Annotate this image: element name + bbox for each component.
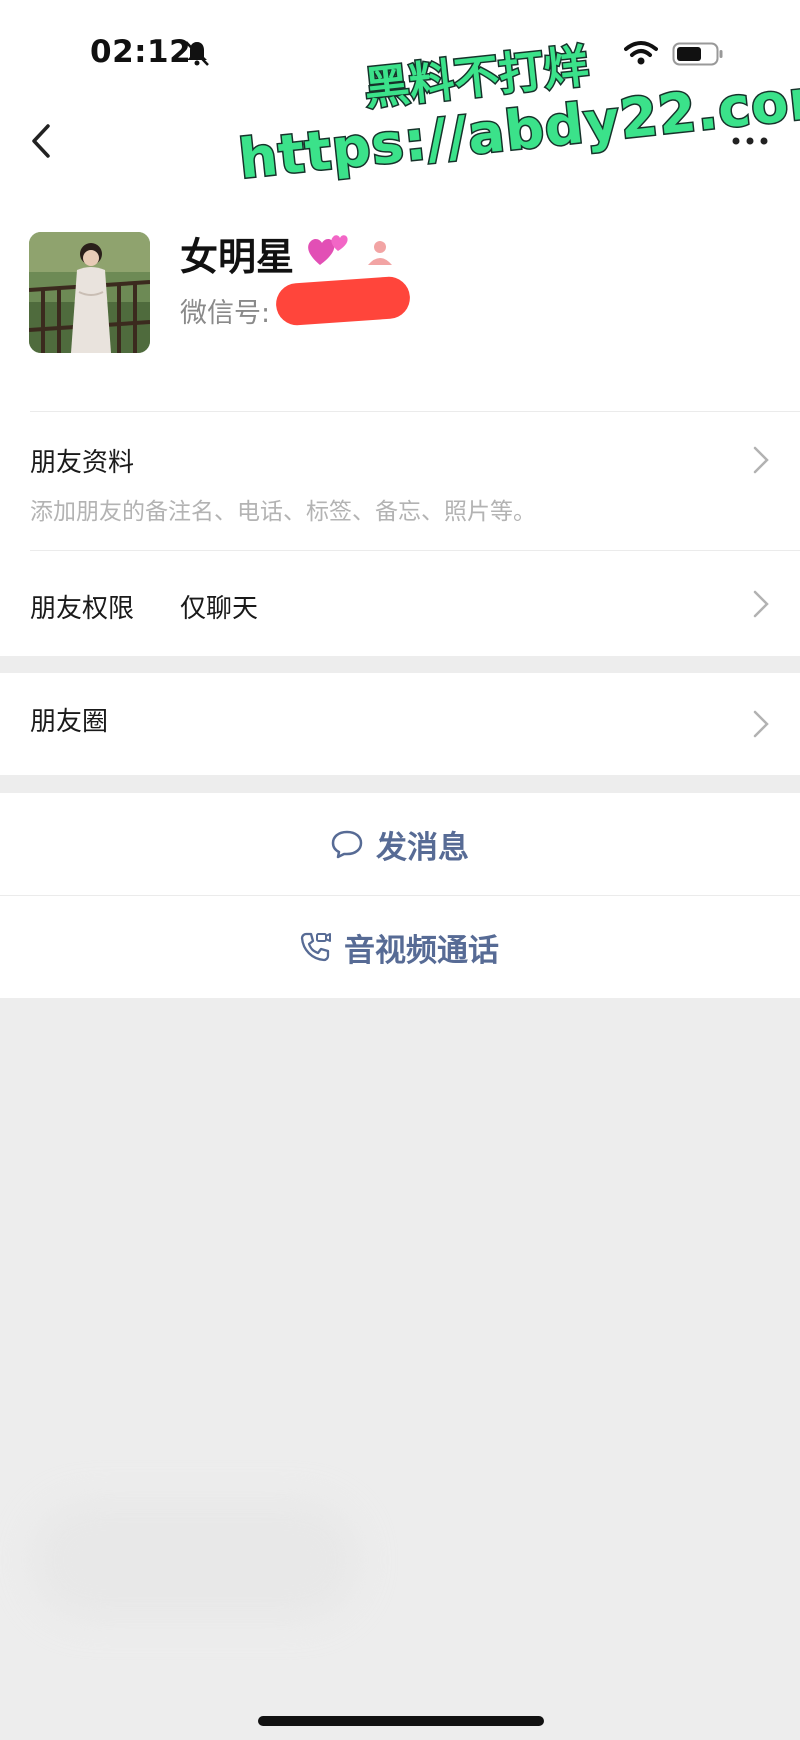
send-message-label: 发消息	[376, 829, 469, 866]
av-call-label: 音视频通话	[344, 932, 499, 969]
avatar[interactable]	[29, 232, 150, 353]
heart-emoji-icon	[308, 235, 348, 265]
friend-permission-value: 仅聊天	[180, 594, 259, 624]
moments-title: 朋友圈	[30, 707, 109, 737]
phone-video-icon	[300, 932, 331, 962]
send-message-button[interactable]: 发消息	[0, 793, 800, 895]
chevron-right-icon	[753, 590, 769, 618]
friend-permission-title: 朋友权限	[30, 594, 135, 624]
av-call-button[interactable]: 音视频通话	[0, 896, 800, 998]
back-chevron-icon[interactable]	[24, 118, 60, 164]
home-indicator[interactable]	[258, 1716, 544, 1726]
av-call-content: 音视频通话	[298, 896, 499, 998]
wechat-id-label: 微信号:	[180, 298, 271, 329]
status-time: 02:12	[90, 34, 192, 70]
friend-info-subtitle: 添加朋友的备注名、电话、标签、备忘、照片等。	[30, 499, 536, 525]
friend-info-row[interactable]: 朋友资料 添加朋友的备注名、电话、标签、备忘、照片等。	[0, 412, 800, 550]
chevron-right-icon	[753, 710, 769, 738]
chevron-right-icon	[753, 446, 769, 474]
friend-info-title: 朋友资料	[30, 448, 135, 478]
bell-muted-icon	[185, 41, 209, 66]
friend-permission-row[interactable]: 朋友权限 仅聊天	[0, 551, 800, 656]
person-icon	[368, 241, 392, 265]
moments-row[interactable]: 朋友圈	[0, 673, 800, 775]
contact-name: 女明星	[180, 235, 295, 279]
blur-smudge	[30, 1500, 360, 1620]
chat-bubble-icon	[331, 830, 363, 859]
send-message-content: 发消息	[330, 793, 469, 895]
